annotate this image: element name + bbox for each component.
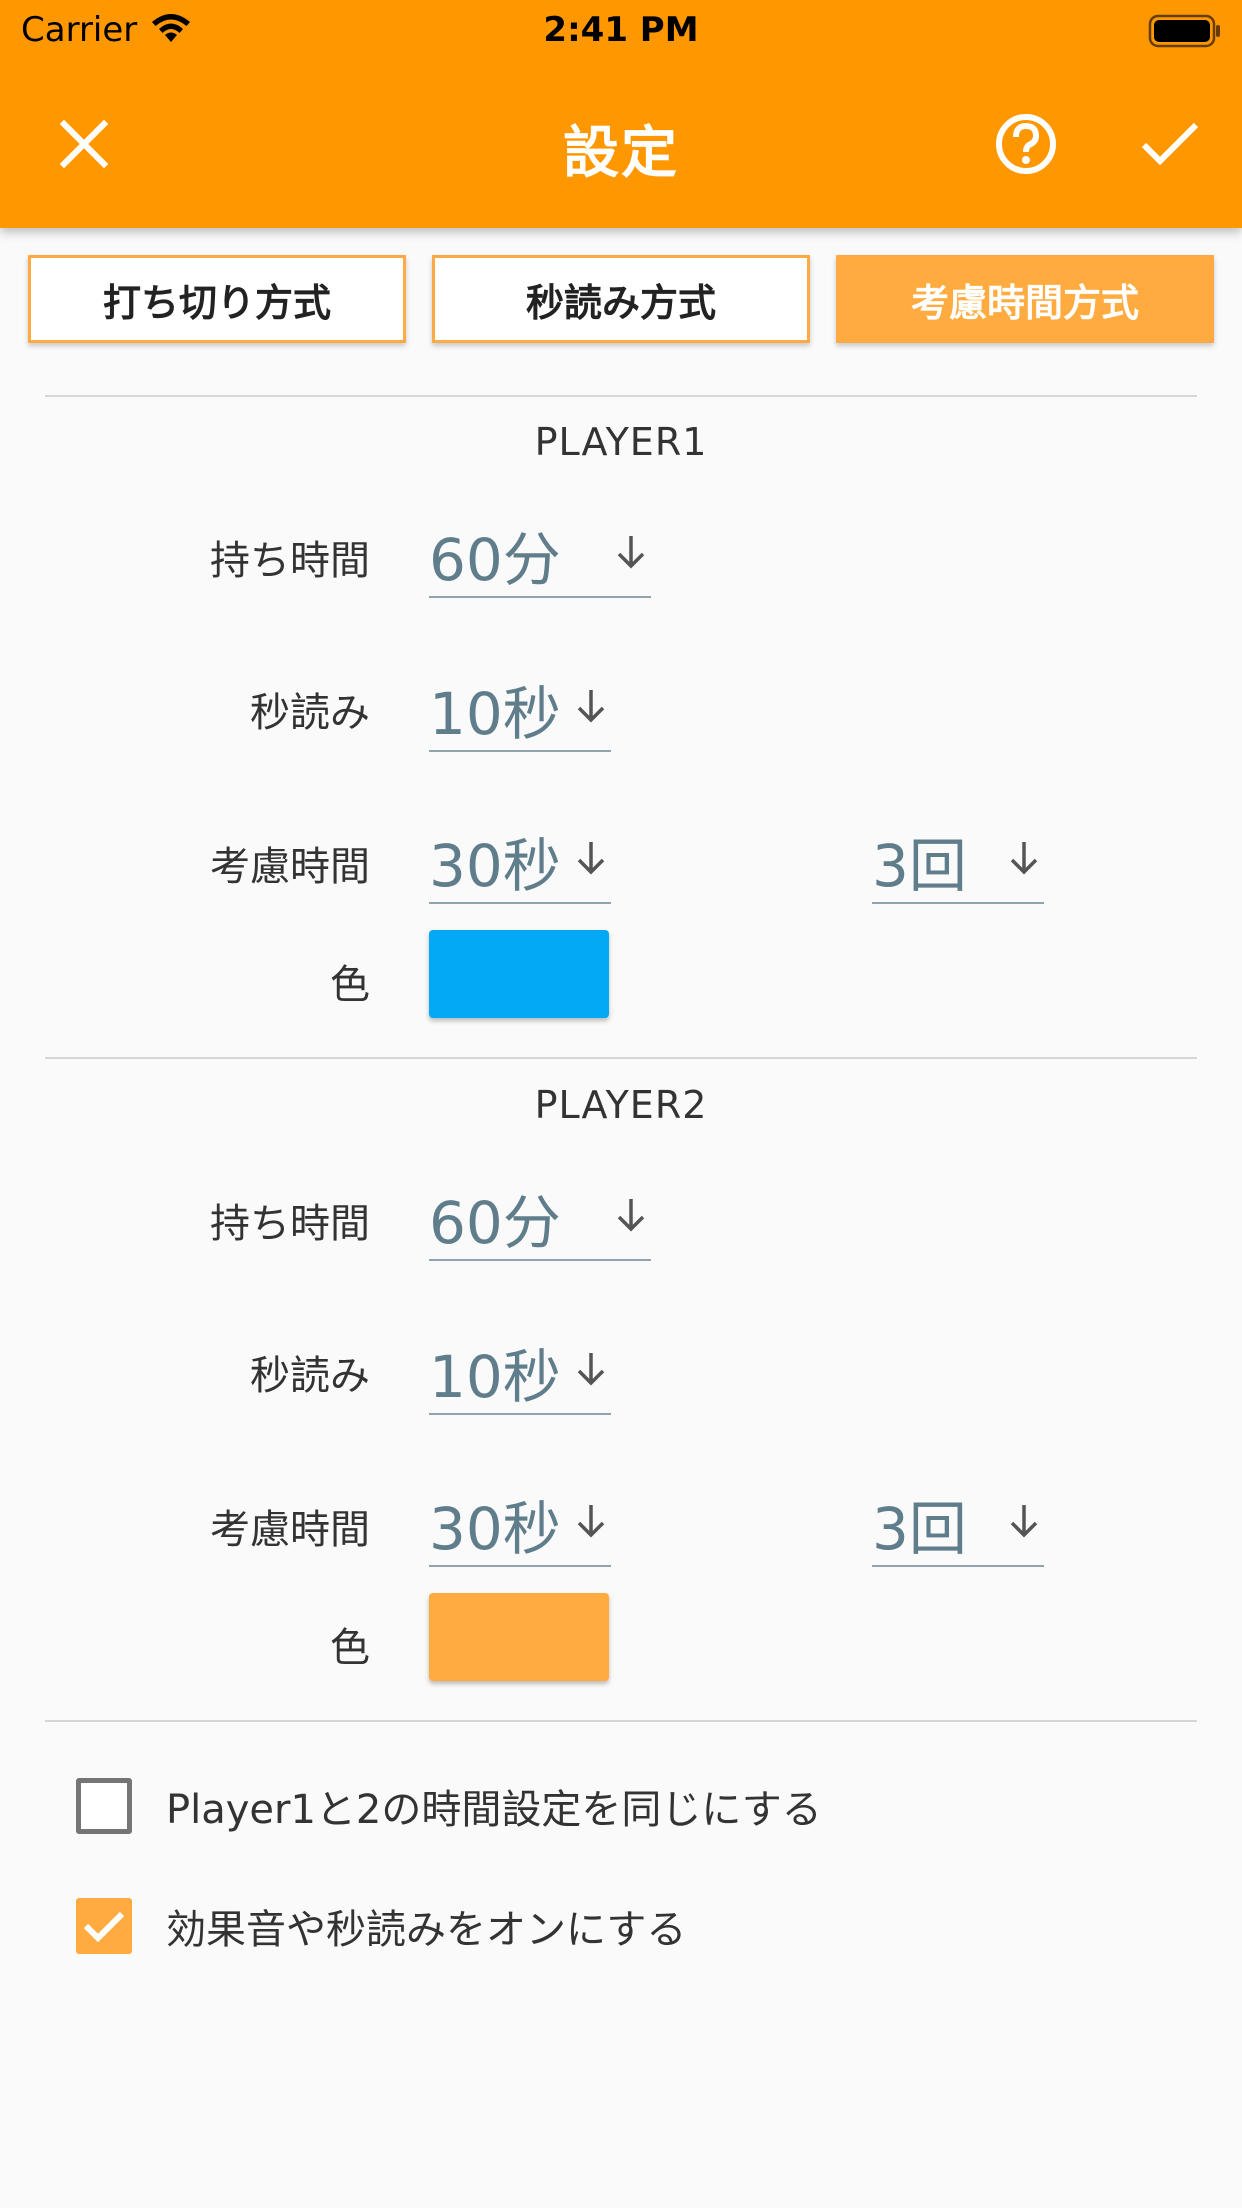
sound-option[interactable]: 効果音や秒読みをオンにする: [76, 1898, 686, 1954]
mode-button-byoyomi[interactable]: 秒読み方式: [432, 255, 810, 343]
arrow-down-icon: [1004, 838, 1044, 882]
p1-consider-count-value: 3回: [872, 832, 967, 900]
app-bar: Carrier 2:41 PM 設定: [0, 0, 1242, 228]
sound-label: 効果音や秒読みをオンにする: [166, 1907, 687, 1953]
p2-time-value: 60分: [429, 1189, 561, 1257]
p1-byoyomi-label: 秒読み: [250, 690, 370, 736]
p1-byoyomi-value: 10秒: [429, 680, 561, 748]
arrow-down-icon: [571, 838, 611, 882]
divider: [45, 395, 1197, 397]
arrow-down-icon: [571, 1501, 611, 1545]
p2-consider-count-value: 3回: [872, 1495, 967, 1563]
p1-consider-label: 考慮時間: [210, 844, 370, 890]
player2-title: PLAYER2: [534, 1083, 708, 1127]
battery-icon: [1148, 14, 1222, 52]
same-settings-option[interactable]: Player1と2の時間設定を同じにする: [76, 1778, 822, 1834]
p2-byoyomi-value: 10秒: [429, 1343, 561, 1411]
same-settings-label: Player1と2の時間設定を同じにする: [166, 1787, 822, 1833]
help-circle-icon: [996, 114, 1056, 174]
p2-consider-label: 考慮時間: [210, 1507, 370, 1553]
status-time: 2:41 PM: [543, 10, 699, 50]
p1-color-swatch[interactable]: [429, 930, 609, 1018]
p2-byoyomi-label: 秒読み: [250, 1353, 370, 1399]
arrow-down-icon: [611, 1195, 651, 1239]
arrow-down-icon: [611, 532, 651, 576]
confirm-button[interactable]: [1130, 104, 1210, 184]
sound-checkbox[interactable]: [76, 1898, 132, 1954]
mode-button-consideration-time[interactable]: 考慮時間方式: [836, 255, 1214, 343]
p2-byoyomi-dropdown[interactable]: 10秒: [429, 1331, 611, 1415]
arrow-down-icon: [571, 1349, 611, 1393]
p2-color-label: 色: [330, 1625, 370, 1671]
p2-consider-count-dropdown[interactable]: 3回: [872, 1483, 1044, 1567]
arrow-down-icon: [1004, 1501, 1044, 1545]
divider: [45, 1720, 1197, 1722]
p2-consider-dropdown[interactable]: 30秒: [429, 1483, 611, 1567]
p1-consider-dropdown[interactable]: 30秒: [429, 820, 611, 904]
p1-consider-count-dropdown[interactable]: 3回: [872, 820, 1044, 904]
help-button[interactable]: [986, 104, 1066, 184]
p2-color-swatch[interactable]: [429, 1593, 609, 1681]
p2-time-dropdown[interactable]: 60分: [429, 1177, 651, 1261]
arrow-down-icon: [571, 686, 611, 730]
p1-time-dropdown[interactable]: 60分: [429, 514, 651, 598]
p1-byoyomi-dropdown[interactable]: 10秒: [429, 668, 611, 752]
p2-time-label: 持ち時間: [210, 1201, 370, 1247]
p1-time-label: 持ち時間: [210, 538, 370, 584]
player1-title: PLAYER1: [534, 420, 708, 464]
p1-consider-value: 30秒: [429, 832, 561, 900]
check-icon: [83, 1911, 125, 1943]
divider: [45, 1057, 1197, 1059]
mode-button-sudden-death[interactable]: 打ち切り方式: [28, 255, 406, 343]
check-icon: [1141, 122, 1199, 166]
same-settings-checkbox[interactable]: [76, 1778, 132, 1834]
p1-color-label: 色: [330, 962, 370, 1008]
p1-time-value: 60分: [429, 526, 561, 594]
status-bar: Carrier 2:41 PM: [0, 0, 1242, 62]
p2-consider-value: 30秒: [429, 1495, 561, 1563]
